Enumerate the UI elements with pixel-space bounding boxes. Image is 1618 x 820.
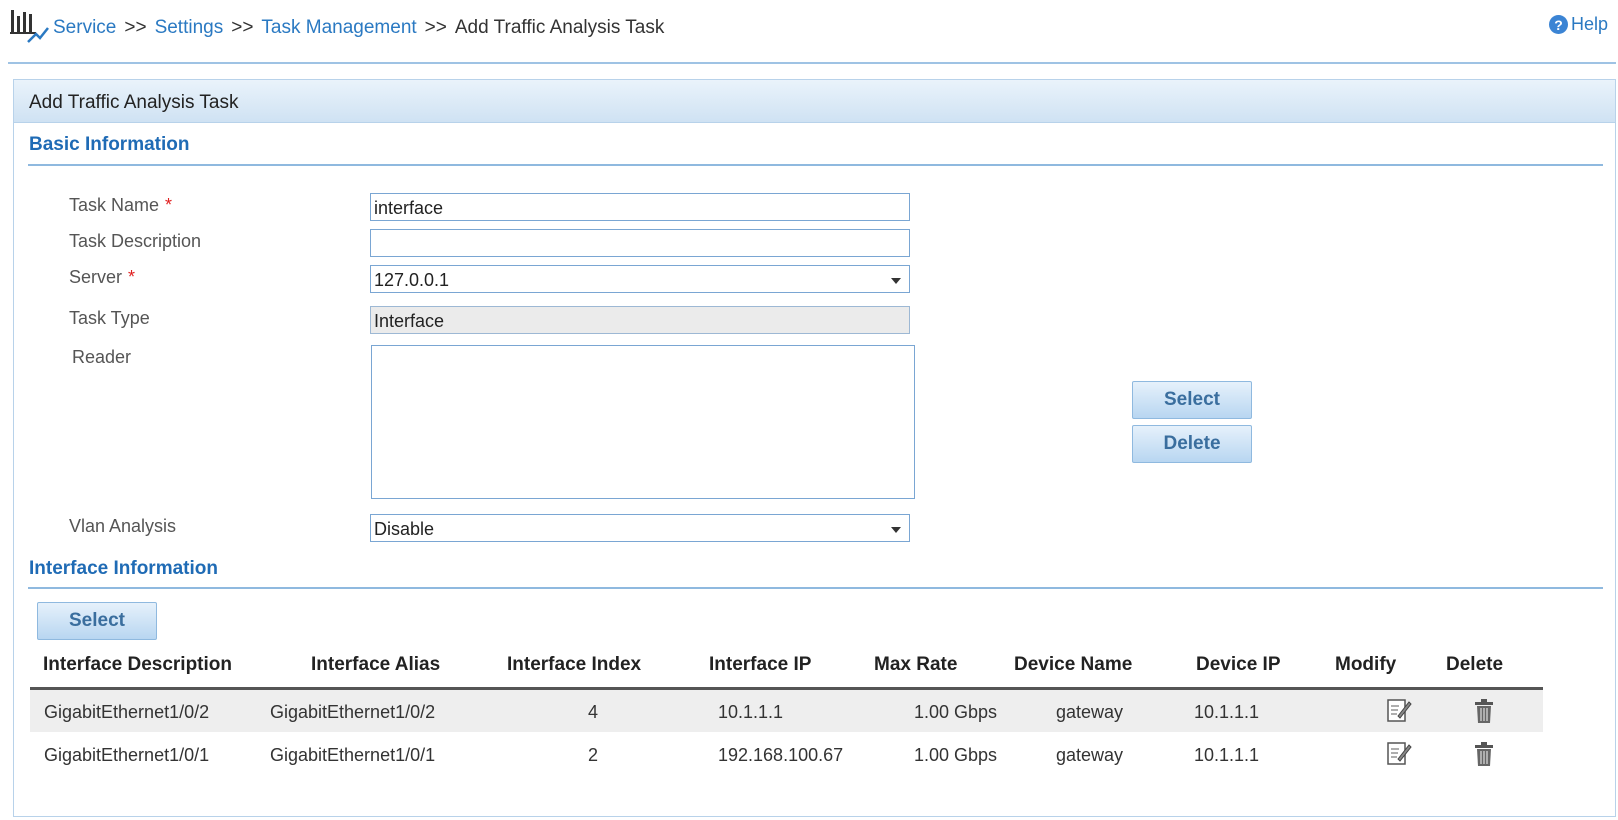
column-interface-index: Interface Index [507, 654, 642, 675]
breadcrumb-task-management[interactable]: Task Management [261, 17, 416, 38]
panel-header: Add Traffic Analysis Task [14, 80, 1615, 123]
table-row: GigabitEthernet1/0/1 GigabitEthernet1/0/… [30, 733, 1543, 775]
reader-select-button[interactable]: Select [1132, 381, 1252, 419]
section-divider [28, 587, 1603, 589]
vlan-analysis-label: Vlan Analysis [69, 516, 177, 536]
help-link[interactable]: ? Help [1548, 14, 1608, 35]
cell-interface-alias: GigabitEthernet1/0/2 [270, 702, 436, 722]
add-task-panel: Add Traffic Analysis Task Basic Informat… [13, 79, 1616, 817]
column-modify: Modify [1335, 654, 1397, 675]
cell-interface-ip: 10.1.1.1 [718, 702, 784, 722]
column-max-rate: Max Rate [874, 654, 958, 675]
breadcrumb-separator: >> [424, 17, 447, 38]
cell-device-ip: 10.1.1.1 [1194, 702, 1260, 722]
breadcrumb: Service >> Settings >> Task Management >> Add … [53, 17, 664, 39]
server-label: Server * [69, 267, 136, 287]
cell-interface-index: 4 [588, 702, 599, 722]
cell-interface-ip: 192.168.100.67 [718, 745, 844, 765]
task-type-field: Interface [370, 306, 910, 334]
help-label: Help [1570, 14, 1608, 34]
trash-icon[interactable] [1470, 740, 1498, 768]
breadcrumb-separator: >> [124, 17, 147, 38]
interface-information-title: Interface Information [29, 558, 218, 579]
breadcrumb-current: Add Traffic Analysis Task [454, 17, 665, 38]
section-divider [28, 164, 1603, 166]
cell-device-ip: 10.1.1.1 [1194, 745, 1260, 765]
cell-interface-description: GigabitEthernet1/0/2 [44, 702, 210, 722]
panel-title: Add Traffic Analysis Task [29, 92, 239, 113]
cell-interface-index: 2 [588, 745, 599, 765]
reader-textarea[interactable] [371, 345, 915, 499]
server-select[interactable]: 127.0.0.1 [370, 265, 910, 293]
reader-label: Reader [72, 347, 132, 367]
edit-icon[interactable] [1385, 697, 1413, 725]
task-type-label: Task Type [69, 308, 150, 328]
breadcrumb-service[interactable]: Service [53, 17, 116, 38]
task-description-input[interactable] [370, 229, 910, 257]
interface-select-button[interactable]: Select [37, 602, 157, 640]
reader-delete-button[interactable]: Delete [1132, 425, 1252, 463]
task-name-input[interactable]: interface [370, 193, 910, 221]
question-circle-icon: ? [1548, 15, 1568, 34]
breadcrumb-separator: >> [231, 17, 254, 38]
cell-device-name: gateway [1056, 702, 1124, 722]
vlan-analysis-select[interactable]: Disable [370, 514, 910, 542]
column-device-name: Device Name [1014, 654, 1133, 675]
cell-max-rate: 1.00 Gbps [914, 702, 998, 722]
column-device-ip: Device IP [1196, 654, 1281, 675]
top-bar: Service >> Settings >> Task Management >> Add … [0, 0, 1618, 62]
column-interface-alias: Interface Alias [311, 654, 441, 675]
task-name-label: Task Name * [69, 195, 173, 215]
column-interface-description: Interface Description [43, 654, 232, 675]
required-mark: * [128, 267, 136, 287]
task-description-label: Task Description [69, 231, 202, 251]
traffic-chart-icon [10, 10, 49, 43]
cell-interface-description: GigabitEthernet1/0/1 [44, 745, 210, 765]
required-mark: * [165, 195, 173, 215]
cell-max-rate: 1.00 Gbps [914, 745, 998, 765]
column-delete: Delete [1446, 654, 1504, 675]
basic-information-title: Basic Information [29, 134, 190, 155]
table-row: GigabitEthernet1/0/2 GigabitEthernet1/0/… [30, 690, 1543, 732]
cell-device-name: gateway [1056, 745, 1124, 765]
header-divider [8, 62, 1616, 64]
cell-interface-alias: GigabitEthernet1/0/1 [270, 745, 436, 765]
edit-icon[interactable] [1385, 740, 1413, 768]
breadcrumb-settings[interactable]: Settings [155, 17, 224, 38]
trash-icon[interactable] [1470, 697, 1498, 725]
column-interface-ip: Interface IP [709, 654, 812, 675]
